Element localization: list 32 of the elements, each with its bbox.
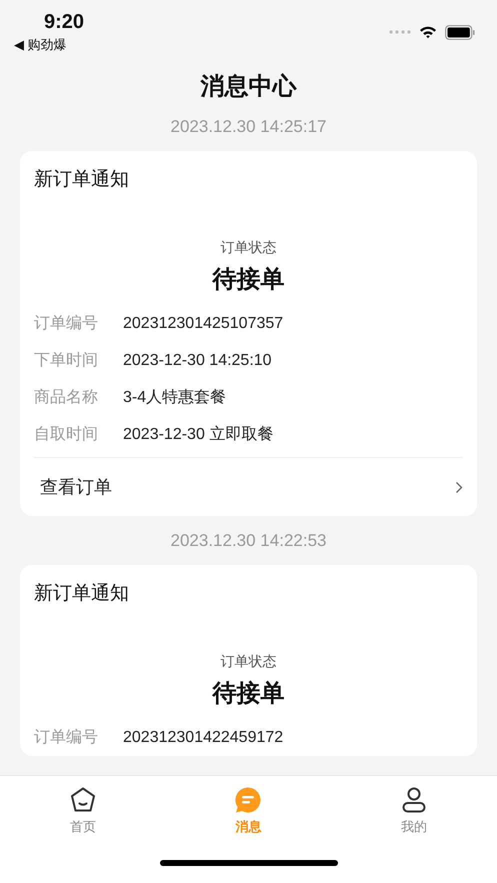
field-value: 2023-12-30 立即取餐 <box>123 424 274 445</box>
field-value: 202312301422459172 <box>123 728 284 746</box>
status-label: 订单状态 <box>220 652 278 671</box>
view-order-link[interactable]: 查看订单 <box>34 457 463 516</box>
tab-item[interactable]: 我的 <box>374 786 454 836</box>
tab-item[interactable]: 消息 <box>208 786 288 836</box>
page-title: 消息中心 <box>199 72 298 102</box>
message-icon <box>234 786 262 814</box>
field-value: 2023-12-30 14:25:10 <box>123 352 272 370</box>
wifi-icon <box>419 25 437 39</box>
status-label: 订单状态 <box>220 238 278 257</box>
field-label: 订单编号 <box>34 314 99 334</box>
order-status: 待接单 <box>211 679 286 709</box>
message-timestamp: 2023.12.30 14:22:53 <box>170 531 328 551</box>
signal-icon <box>389 30 411 34</box>
field-value: 3-4人特惠套餐 <box>123 388 226 408</box>
card-title: 新订单通知 <box>34 582 130 606</box>
card-title: 新订单通知 <box>34 168 130 192</box>
field-label: 订单编号 <box>34 728 99 748</box>
order-status: 待接单 <box>211 265 286 295</box>
field-label: 商品名称 <box>34 388 99 408</box>
tab-item[interactable]: 首页 <box>42 786 123 836</box>
battery-icon <box>445 24 475 40</box>
back-link[interactable]: ◀ 购劲爆 <box>14 36 84 54</box>
field-label: 下单时间 <box>34 350 99 371</box>
field-value: 202312301425107357 <box>123 314 284 332</box>
chevron-right-icon <box>455 480 463 494</box>
status-time: 9:20 <box>43 10 84 34</box>
field-label: 自取时间 <box>34 424 99 445</box>
home-icon <box>68 786 97 814</box>
person-icon <box>400 786 428 814</box>
message-timestamp: 2023.12.30 14:25:17 <box>170 117 328 137</box>
